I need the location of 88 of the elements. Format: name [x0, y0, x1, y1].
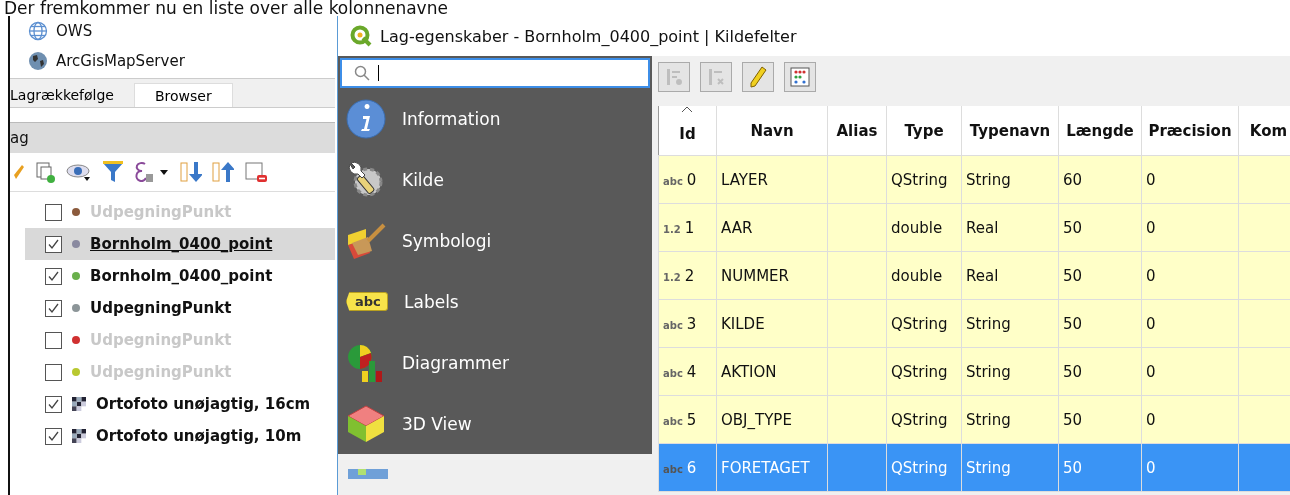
- layer-name[interactable]: Bornholm_0400_point: [90, 267, 273, 285]
- raster-icon: [72, 397, 86, 411]
- sort-icon: [681, 106, 693, 113]
- table-cell: String: [961, 347, 1059, 396]
- add-group-icon[interactable]: [34, 160, 56, 184]
- globe-icon: [28, 21, 48, 41]
- checkbox[interactable]: [45, 235, 62, 253]
- search-icon: [354, 65, 370, 81]
- table-cell: abc 5: [658, 395, 717, 444]
- checkbox[interactable]: [45, 203, 62, 221]
- info-icon: [346, 98, 386, 139]
- table-cell: 0: [1141, 155, 1239, 204]
- table-cell: 0: [1141, 395, 1239, 444]
- layer-name[interactable]: Ortofoto unøjagtig, 16cm: [96, 395, 311, 413]
- search-field[interactable]: [340, 58, 650, 88]
- browser-item[interactable]: OWS: [56, 22, 93, 40]
- section-item[interactable]: 3D View: [402, 413, 472, 434]
- label-badge-icon: abc: [346, 292, 388, 311]
- table-cell: AAR: [716, 203, 828, 252]
- table-cell: 0: [1141, 443, 1239, 492]
- checkbox[interactable]: [45, 331, 62, 349]
- section-item[interactable]: Labels: [404, 291, 459, 312]
- checkbox[interactable]: [45, 299, 62, 317]
- table-cell: FORETAGET: [716, 443, 828, 492]
- table-cell: QString: [886, 395, 962, 444]
- collapse-all-icon[interactable]: [212, 160, 234, 184]
- table-cell: double: [886, 251, 962, 300]
- filter-icon[interactable]: [102, 160, 124, 184]
- browser-item[interactable]: ArcGisMapServer: [56, 52, 185, 70]
- layers-panel-header: ag: [10, 122, 335, 153]
- table-cell: abc 4: [658, 347, 717, 396]
- table-cell: 50: [1058, 443, 1142, 492]
- table-cell: QString: [886, 443, 962, 492]
- table-cell: 60: [1058, 155, 1142, 204]
- raster-icon: [72, 429, 86, 443]
- table-cell: String: [961, 299, 1059, 348]
- section-item[interactable]: Information: [402, 108, 501, 129]
- table-cell: 50: [1058, 299, 1142, 348]
- table-cell: 0: [1141, 203, 1239, 252]
- table-cell: 1.2 2: [658, 251, 717, 300]
- checkbox[interactable]: [45, 427, 62, 445]
- panel-tab[interactable]: Lagrækkefølge: [10, 83, 134, 107]
- table-cell: abc 0: [658, 155, 717, 204]
- table-cell: 50: [1058, 203, 1142, 252]
- checkbox[interactable]: [45, 395, 62, 413]
- table-cell: 1.2 1: [658, 203, 717, 252]
- table-cell: abc 6: [658, 443, 717, 492]
- table-cell: OBJ_TYPE: [716, 395, 828, 444]
- table-cell: QString: [886, 299, 962, 348]
- table-cell: double: [886, 203, 962, 252]
- table-cell: String: [961, 443, 1059, 492]
- expression-icon[interactable]: [134, 160, 170, 184]
- table-cell: LAYER: [716, 155, 828, 204]
- cube-icon: [346, 403, 386, 444]
- earth-icon: [28, 51, 48, 71]
- table-cell: Real: [961, 203, 1059, 252]
- table-cell: NUMMER: [716, 251, 828, 300]
- table-cell: QString: [886, 155, 962, 204]
- caption-text: Der fremkommer nu en liste over alle kolonnenavne: [3, 0, 449, 16]
- table-cell: 50: [1058, 395, 1142, 444]
- table-cell: String: [961, 155, 1059, 204]
- table-cell: Real: [961, 251, 1059, 300]
- expand-all-icon[interactable]: [180, 160, 202, 184]
- table-cell: 0: [1141, 347, 1239, 396]
- table-cell: KILDE: [716, 299, 828, 348]
- section-item[interactable]: Symbologi: [402, 230, 492, 251]
- table-cell: abc 3: [658, 299, 717, 348]
- table-cell: QString: [886, 347, 962, 396]
- table-cell: 0: [1141, 299, 1239, 348]
- remove-layer-icon[interactable]: [244, 160, 268, 184]
- table-cell: AKTION: [716, 347, 828, 396]
- eye-icon[interactable]: [66, 161, 92, 183]
- section-item[interactable]: Kilde: [402, 169, 444, 190]
- table-cell: 50: [1058, 347, 1142, 396]
- field-calculator-icon[interactable]: [784, 62, 816, 92]
- table-cell: 0: [1141, 251, 1239, 300]
- pencil-icon[interactable]: [742, 62, 774, 92]
- form-icon: [348, 469, 388, 479]
- window-title: Lag-egenskaber - Bornholm_0400_point | Kildefelter: [380, 26, 797, 46]
- section-item[interactable]: Diagrammer: [402, 352, 509, 373]
- panel-tab[interactable]: Browser: [134, 83, 233, 107]
- table-cell: String: [961, 395, 1059, 444]
- table-cell: 50: [1058, 251, 1142, 300]
- checkbox[interactable]: [45, 363, 62, 381]
- layer-name[interactable]: UdpegningPunkt: [90, 299, 232, 317]
- checkbox[interactable]: [45, 267, 62, 285]
- layer-name[interactable]: Ortofoto unøjagtig, 10m: [96, 427, 302, 445]
- app-logo-icon: [350, 25, 372, 47]
